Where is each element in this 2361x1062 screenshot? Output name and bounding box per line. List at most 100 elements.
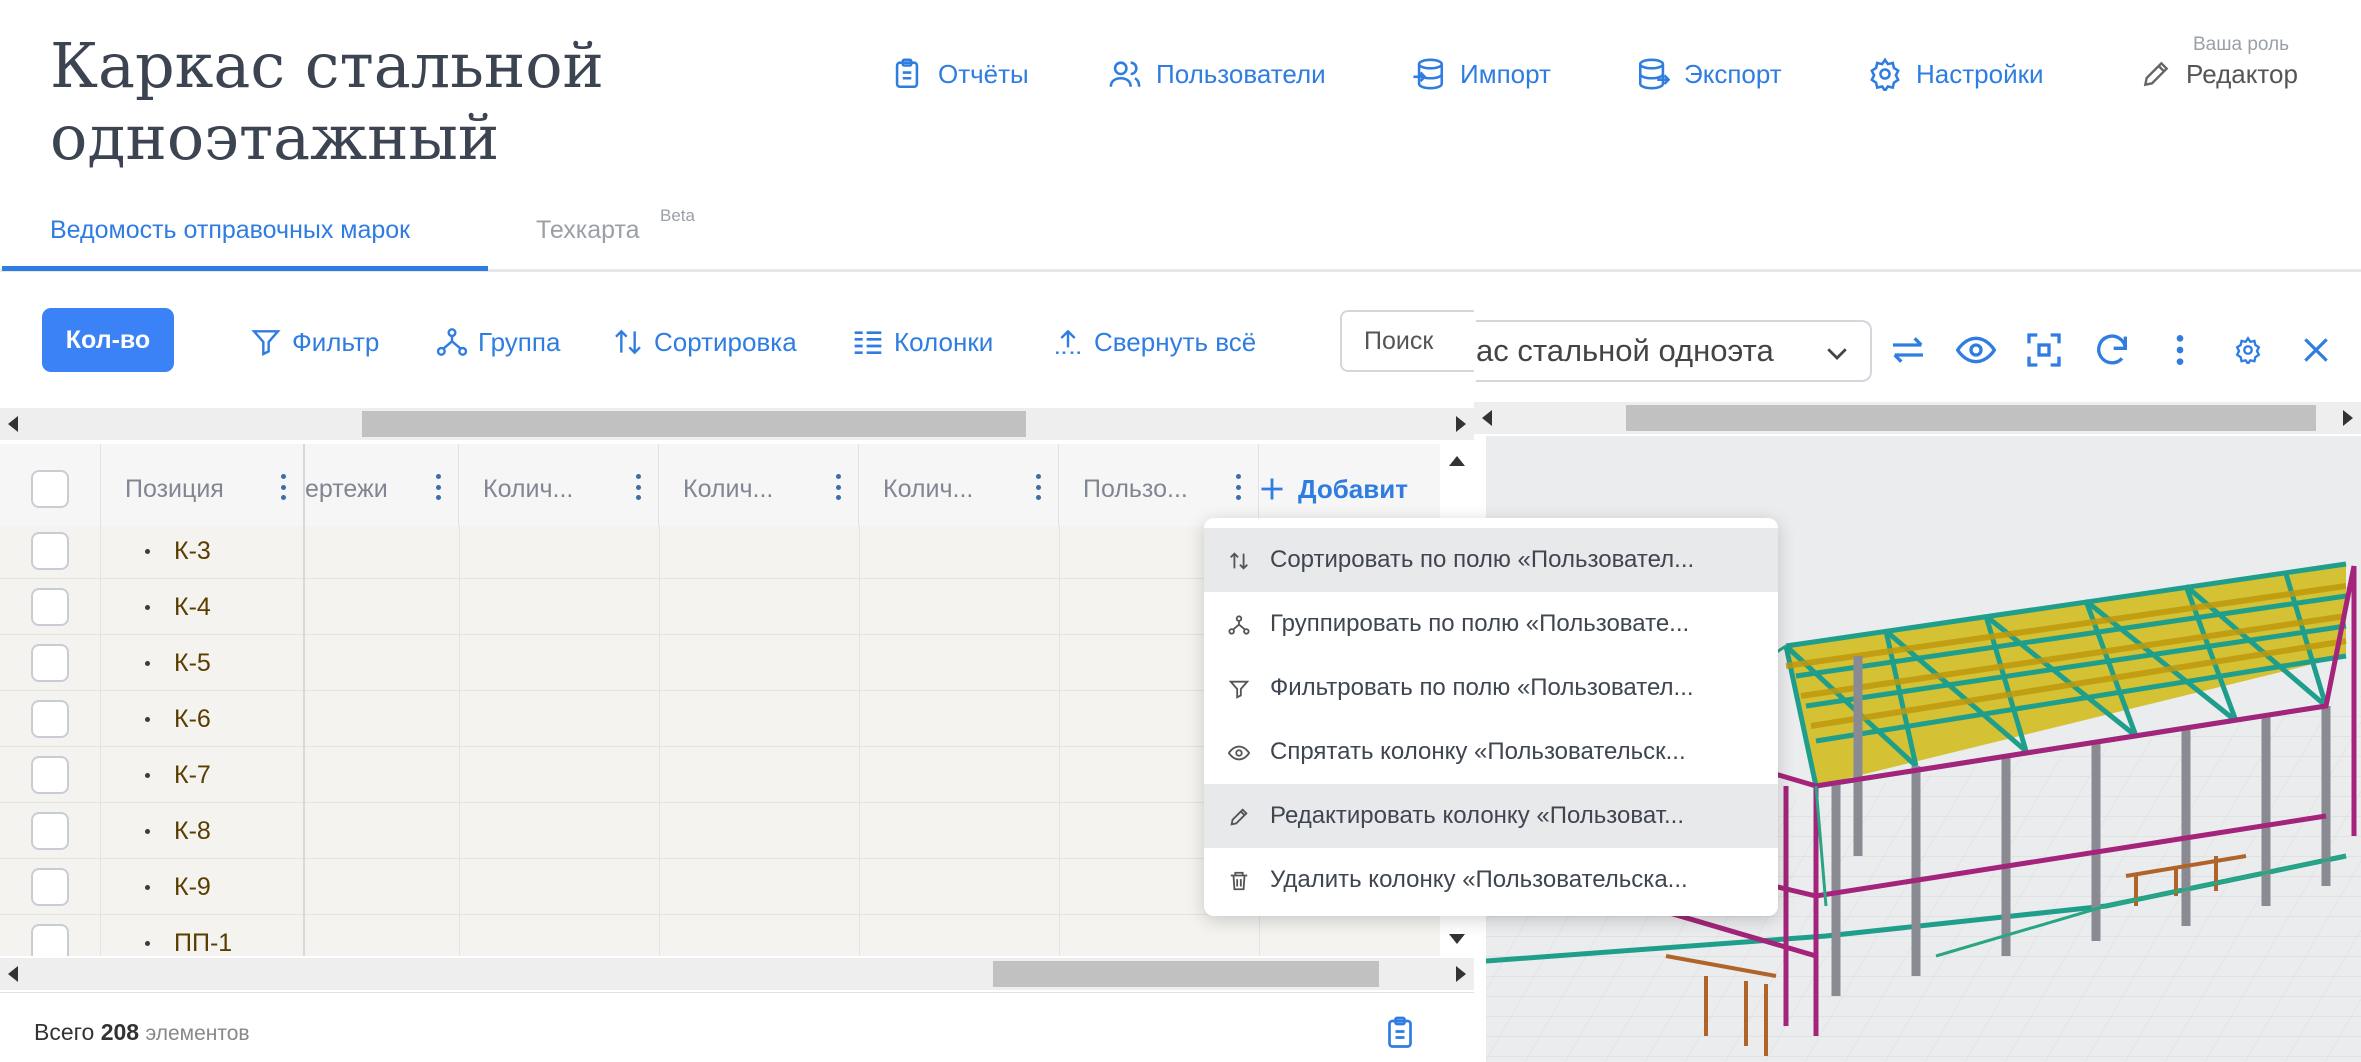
- horizontal-scrollbar-top[interactable]: [0, 408, 1474, 440]
- menu-item-edit[interactable]: Редактировать колонку «Пользоват...: [1204, 784, 1778, 848]
- beta-badge: Beta: [660, 206, 695, 225]
- clipboard-icon[interactable]: [1382, 1015, 1418, 1051]
- scroll-left-arrow[interactable]: [8, 966, 18, 982]
- row-checkbox-cell: [0, 691, 101, 747]
- row-checkbox[interactable]: [31, 924, 69, 956]
- menu-item-group[interactable]: Группировать по полю «Пользовате...: [1204, 592, 1778, 656]
- scroll-thumb[interactable]: [1626, 405, 2316, 431]
- menu-item-sort[interactable]: Сортировать по полю «Пользовател...: [1204, 528, 1778, 592]
- menu-item-label: Группировать по полю «Пользовате...: [1270, 610, 1690, 637]
- column-header-drawings[interactable]: ертежи: [305, 444, 459, 534]
- row-checkbox-cell: [0, 526, 101, 579]
- gear-icon[interactable]: [2234, 336, 2262, 364]
- column-header-quantity-1[interactable]: Колич...: [459, 444, 659, 534]
- cell-divider: [459, 859, 460, 915]
- column-menu-icon[interactable]: [636, 474, 642, 500]
- table-footer: Всего 208 элементов: [0, 992, 1474, 1062]
- row-checkbox[interactable]: [31, 868, 69, 906]
- column-menu-icon[interactable]: [1236, 474, 1242, 500]
- group-button[interactable]: Группа: [436, 322, 560, 362]
- eye-icon: [1228, 745, 1250, 761]
- collapse-all-button[interactable]: Свернуть всё: [1052, 322, 1256, 362]
- nav-reports[interactable]: Отчёты: [890, 52, 1029, 96]
- nav-settings[interactable]: Настройки: [1868, 52, 2044, 96]
- row-checkbox[interactable]: [31, 700, 69, 738]
- position-label: К-8: [174, 816, 211, 845]
- column-header-quantity-2[interactable]: Колич...: [659, 444, 859, 534]
- cell-divider: [1059, 579, 1060, 635]
- app-header: Каркас стальной одноэтажный Отчёты Польз…: [0, 0, 2361, 272]
- column-menu-icon[interactable]: [836, 474, 842, 500]
- scroll-right-arrow[interactable]: [2343, 410, 2353, 426]
- position-label: К-7: [174, 760, 211, 789]
- cell-divider: [459, 915, 460, 956]
- menu-item-label: Спрятать колонку «Пользовательск...: [1270, 738, 1686, 765]
- row-checkbox[interactable]: [31, 532, 69, 570]
- sort-label: Сортировка: [654, 326, 797, 357]
- search-input[interactable]: Поиск: [1340, 310, 1480, 372]
- menu-item-filter[interactable]: Фильтровать по полю «Пользовател...: [1204, 656, 1778, 720]
- filter-button[interactable]: Фильтр: [250, 322, 379, 362]
- bullet: [145, 772, 150, 778]
- column-header-quantity-3[interactable]: Колич...: [859, 444, 1059, 534]
- collapse-all-label: Свернуть всё: [1094, 326, 1257, 357]
- menu-item-delete[interactable]: Удалить колонку «Пользовательска...: [1204, 848, 1778, 912]
- close-icon[interactable]: [2300, 334, 2332, 366]
- horizontal-scrollbar-bottom[interactable]: [0, 958, 1474, 990]
- sort-button[interactable]: Сортировка: [612, 322, 797, 362]
- nav-users-label: Пользователи: [1156, 58, 1326, 89]
- scroll-down-arrow[interactable]: [1449, 934, 1465, 944]
- row-checkbox[interactable]: [31, 644, 69, 682]
- menu-item-label: Фильтровать по полю «Пользовател...: [1270, 674, 1694, 701]
- row-checkbox[interactable]: [31, 812, 69, 850]
- viewer-horizontal-scrollbar[interactable]: [1474, 402, 2361, 434]
- menu-item-hide[interactable]: Спрятать колонку «Пользовательск...: [1204, 720, 1778, 784]
- group-icon: [436, 328, 468, 356]
- tab-techmap[interactable]: Техкарта: [536, 216, 640, 245]
- scroll-right-arrow[interactable]: [1456, 416, 1466, 432]
- total-count: Всего 208 элементов: [34, 1019, 250, 1046]
- columns-label: Колонки: [894, 326, 994, 357]
- column-menu-icon[interactable]: [436, 474, 442, 500]
- cell-divider: [859, 579, 860, 635]
- column-menu-icon[interactable]: [1036, 474, 1042, 500]
- header-select-all: [0, 444, 101, 534]
- bullet: [145, 828, 150, 834]
- scroll-up-arrow[interactable]: [1449, 456, 1465, 466]
- bullet: [145, 884, 150, 890]
- position-cell: ПП-1: [101, 915, 305, 956]
- scroll-left-arrow[interactable]: [8, 416, 18, 432]
- row-checkbox-cell: [0, 915, 101, 956]
- nav-export[interactable]: Экспорт: [1636, 52, 1782, 96]
- position-cell: К-4: [101, 579, 305, 635]
- table-row[interactable]: ПП-1: [0, 915, 1440, 956]
- nav-users[interactable]: Пользователи: [1108, 52, 1326, 96]
- column-menu-icon[interactable]: [281, 474, 287, 500]
- eye-icon[interactable]: [1956, 330, 1996, 370]
- row-checkbox[interactable]: [31, 588, 69, 626]
- scroll-thumb[interactable]: [993, 961, 1379, 987]
- total-number: 208: [100, 1019, 140, 1045]
- cell-divider: [459, 579, 460, 635]
- scroll-left-arrow[interactable]: [1482, 410, 1492, 426]
- scroll-thumb[interactable]: [362, 411, 1026, 437]
- role-switcher[interactable]: Редактор: [2140, 52, 2298, 96]
- columns-button[interactable]: Колонки: [852, 322, 993, 362]
- row-checkbox[interactable]: [31, 756, 69, 794]
- row-checkbox-cell: [0, 635, 101, 691]
- select-all-checkbox[interactable]: [31, 470, 69, 508]
- nav-import[interactable]: Импорт: [1412, 52, 1551, 96]
- refresh-icon[interactable]: [2092, 330, 2132, 370]
- model-select[interactable]: ас стальной одноэта: [1476, 320, 1872, 382]
- tab-statement[interactable]: Ведомость отправочных марок: [50, 216, 410, 245]
- nav-import-label: Импорт: [1460, 58, 1551, 89]
- position-label: К-4: [174, 592, 211, 621]
- role-label: Редактор: [2186, 58, 2298, 89]
- database-import-icon: [1413, 58, 1444, 90]
- fit-view-icon[interactable]: [2024, 330, 2064, 370]
- quantity-button[interactable]: Кол-во: [42, 308, 174, 372]
- column-header-position[interactable]: Позиция: [101, 444, 305, 534]
- swap-icon[interactable]: [1888, 330, 1928, 370]
- scroll-right-arrow[interactable]: [1456, 966, 1466, 982]
- more-vertical-icon[interactable]: [2160, 330, 2200, 370]
